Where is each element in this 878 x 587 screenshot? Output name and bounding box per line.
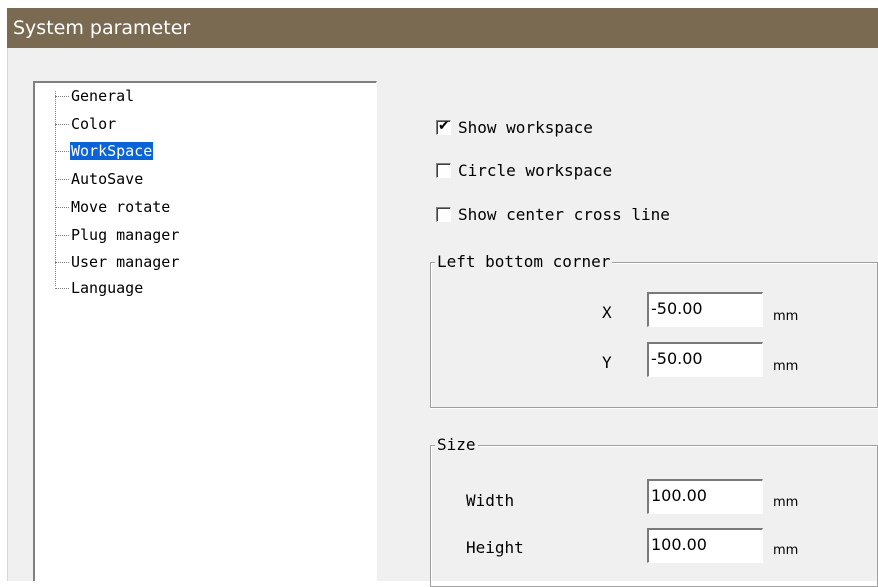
- tree-branch: [55, 261, 69, 264]
- tree-branch: [55, 206, 69, 209]
- tree-item-autosave[interactable]: AutoSave: [35, 170, 144, 189]
- show-workspace-checkbox[interactable]: ✔ Show workspace: [436, 117, 593, 139]
- x-input[interactable]: -50.00: [647, 292, 763, 327]
- tree-branch: [55, 150, 69, 153]
- checkbox-label: Circle workspace: [458, 161, 613, 180]
- y-unit: mm: [773, 359, 799, 374]
- show-center-cross-checkbox[interactable]: Show center cross line: [436, 204, 670, 226]
- width-unit: mm: [773, 495, 799, 510]
- tree-item-language[interactable]: Language: [35, 279, 144, 298]
- tree-item-color[interactable]: Color: [35, 115, 117, 134]
- tree-item-label: AutoSave: [71, 170, 144, 188]
- tree-branch: [55, 123, 69, 126]
- checkbox-box[interactable]: ✔: [436, 118, 451, 135]
- checkbox-label: Show workspace: [458, 118, 593, 137]
- window-title-bar[interactable]: System parameter: [7, 8, 878, 48]
- group-title: Size: [435, 435, 478, 455]
- size-group: Size: [430, 435, 878, 587]
- width-label: Width: [466, 491, 515, 510]
- tree-branch: [55, 95, 69, 98]
- tree-item-label: Language: [71, 279, 144, 297]
- width-input[interactable]: 100.00: [647, 479, 763, 514]
- circle-workspace-checkbox[interactable]: Circle workspace: [436, 160, 612, 182]
- left-bottom-corner-group: Left bottom corner: [430, 252, 878, 408]
- checkbox-box[interactable]: [436, 163, 451, 178]
- window-title: System parameter: [13, 17, 191, 39]
- tree-branch: [55, 178, 69, 181]
- height-input[interactable]: 100.00: [647, 528, 763, 563]
- tree-branch: [55, 234, 69, 237]
- tree-branch: [55, 287, 69, 290]
- tree-item-label: General: [71, 87, 135, 105]
- tree-item-label: WorkSpace: [70, 142, 154, 160]
- tree-item-general[interactable]: General: [35, 87, 135, 106]
- tree-item-workspace[interactable]: WorkSpace: [35, 142, 154, 161]
- tree-item-plug-manager[interactable]: Plug manager: [35, 226, 180, 245]
- checkbox-box[interactable]: [436, 207, 451, 222]
- height-label: Height: [466, 538, 524, 557]
- checkbox-label: Show center cross line: [458, 205, 670, 224]
- y-label: Y: [602, 353, 612, 372]
- y-input[interactable]: -50.00: [647, 342, 763, 377]
- x-unit: mm: [773, 309, 799, 324]
- tree-item-label: Move rotate: [71, 198, 171, 216]
- x-label: X: [602, 303, 612, 322]
- tree-item-label: Plug manager: [71, 226, 180, 244]
- tree-item-label: User manager: [71, 253, 180, 271]
- tree-item-move-rotate[interactable]: Move rotate: [35, 198, 171, 217]
- group-title: Left bottom corner: [435, 252, 613, 272]
- height-unit: mm: [773, 543, 799, 558]
- tree-item-user-manager[interactable]: User manager: [35, 253, 180, 272]
- tree-item-label: Color: [71, 115, 117, 133]
- category-tree[interactable]: General Color WorkSpace AutoSave Move ro…: [33, 81, 377, 581]
- checkmark-icon: ✔: [438, 118, 450, 134]
